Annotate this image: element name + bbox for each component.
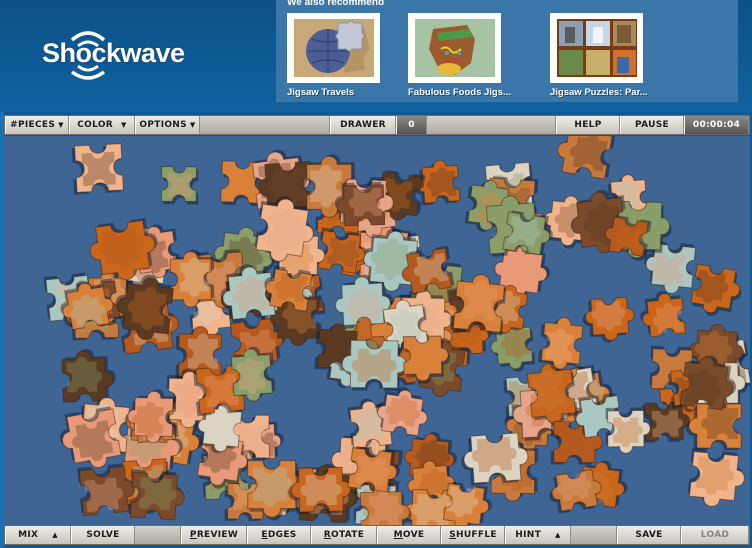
save-label: SAVE bbox=[635, 530, 663, 540]
mix-label: MIX bbox=[18, 530, 39, 540]
save-button[interactable]: SAVE bbox=[617, 526, 681, 544]
recommendation-jigsaw-puzzles[interactable]: Jigsaw Puzzles: Par... bbox=[550, 13, 680, 98]
gingerbread-puzzle-thumbnail[interactable] bbox=[408, 13, 501, 83]
options-dropdown[interactable]: OPTIONS ▼ bbox=[135, 116, 200, 134]
recommendation-label[interactable]: Jigsaw Travels bbox=[287, 87, 417, 98]
move-button[interactable]: MOVE bbox=[377, 526, 441, 544]
edges-button[interactable]: EDGES bbox=[247, 526, 311, 544]
toolbar-spacer bbox=[200, 116, 330, 134]
options-label: OPTIONS bbox=[139, 120, 187, 130]
puzzle-piece[interactable] bbox=[442, 481, 494, 525]
hint-button[interactable]: HINT ▲ bbox=[505, 526, 571, 544]
elapsed-timer: 00:00:04 bbox=[684, 116, 749, 134]
puzzle-piece[interactable] bbox=[689, 263, 744, 320]
edges-label: EDGES bbox=[261, 530, 297, 540]
puzzle-piece[interactable] bbox=[537, 315, 584, 373]
pause-label: PAUSE bbox=[635, 120, 669, 130]
recommendation-jigsaw-travels[interactable]: Jigsaw Travels bbox=[287, 13, 417, 98]
shuffle-label: SHUFFLE bbox=[449, 530, 497, 540]
drawer-count: 0 bbox=[396, 116, 427, 134]
toolbar-spacer bbox=[571, 526, 617, 544]
toolbar-spacer bbox=[427, 116, 556, 134]
color-label: COLOR bbox=[77, 120, 114, 130]
recommendations-panel: We also recommend Jigsaw Travels Fabulou… bbox=[276, 0, 738, 102]
mix-button[interactable]: MIX ▲ bbox=[5, 526, 71, 544]
hint-label: HINT bbox=[515, 530, 542, 540]
solve-label: SOLVE bbox=[86, 530, 120, 540]
puzzle-piece[interactable] bbox=[373, 383, 431, 437]
puzzle-piece[interactable] bbox=[554, 136, 617, 180]
pause-button[interactable]: PAUSE bbox=[620, 116, 684, 134]
header-banner: Shockwave We also recommend Jigsaw Trave… bbox=[0, 0, 752, 112]
bottom-toolbar: MIX ▲ SOLVE PREVIEW EDGES ROTATE MOVE SHU… bbox=[4, 525, 750, 545]
drawer-label: DRAWER bbox=[340, 120, 386, 130]
rotate-button[interactable]: ROTATE bbox=[311, 526, 377, 544]
help-label: HELP bbox=[574, 120, 602, 130]
drawer-button[interactable]: DRAWER bbox=[330, 116, 396, 134]
shockwave-logo[interactable]: Shockwave bbox=[40, 28, 210, 80]
top-toolbar: #PIECES ▼ COLOR ▼ OPTIONS ▼ DRAWER 0 HELP P… bbox=[4, 115, 750, 135]
shuffle-button[interactable]: SHUFFLE bbox=[441, 526, 505, 544]
dropdown-up-arrow-icon: ▲ bbox=[52, 531, 58, 539]
load-button[interactable]: LOAD bbox=[681, 526, 749, 544]
recommend-title: We also recommend bbox=[287, 0, 385, 8]
pieces-label: #PIECES bbox=[10, 120, 56, 130]
puzzle-piece[interactable] bbox=[581, 296, 635, 344]
help-button[interactable]: HELP bbox=[556, 116, 620, 134]
dropdown-arrow-icon: ▼ bbox=[58, 121, 64, 129]
color-dropdown[interactable]: COLOR ▼ bbox=[69, 116, 135, 134]
logo-text: Shockwave bbox=[42, 38, 185, 68]
puzzle-piece[interactable] bbox=[687, 448, 747, 509]
puzzle-piece[interactable] bbox=[160, 165, 199, 205]
dropdown-arrow-icon: ▼ bbox=[189, 121, 196, 129]
photo-grid-puzzle-thumbnail[interactable] bbox=[550, 13, 643, 83]
puzzle-piece[interactable] bbox=[638, 289, 687, 338]
load-label: LOAD bbox=[700, 530, 730, 540]
puzzle-board[interactable] bbox=[4, 136, 750, 525]
puzzle-pieces-layer bbox=[43, 136, 750, 525]
pieces-dropdown[interactable]: #PIECES ▼ bbox=[5, 116, 69, 134]
move-label: MOVE bbox=[393, 530, 425, 540]
dropdown-arrow-icon: ▼ bbox=[121, 121, 127, 129]
dropdown-up-arrow-icon: ▲ bbox=[555, 531, 561, 539]
preview-button[interactable]: PREVIEW bbox=[181, 526, 247, 544]
recommendation-label[interactable]: Fabulous Foods Jigs... bbox=[408, 87, 538, 98]
solve-button[interactable]: SOLVE bbox=[71, 526, 135, 544]
preview-label: PREVIEW bbox=[189, 530, 239, 540]
globe-puzzle-thumbnail[interactable] bbox=[287, 13, 380, 83]
puzzle-piece[interactable] bbox=[61, 348, 117, 403]
recommendation-fabulous-foods[interactable]: Fabulous Foods Jigs... bbox=[408, 13, 538, 98]
toolbar-spacer bbox=[135, 526, 181, 544]
recommendation-label[interactable]: Jigsaw Puzzles: Par... bbox=[550, 87, 680, 98]
puzzle-piece[interactable] bbox=[71, 143, 124, 195]
puzzle-piece[interactable] bbox=[605, 407, 651, 454]
rotate-label: ROTATE bbox=[323, 530, 365, 540]
